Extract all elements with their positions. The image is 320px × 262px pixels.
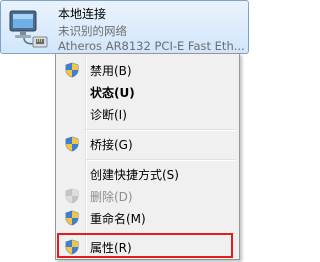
menu-item-label: 诊断(I) [90,108,127,122]
menu-item-bridge[interactable]: 桥接(G) [58,133,237,155]
uac-shield-icon [65,210,79,226]
menu-item-label: 状态(U) [90,86,135,100]
adapter-name: 本地连接 [58,7,107,21]
menu-separator [86,159,236,161]
menu-item-label: 重命名(M) [90,212,146,226]
adapter-device-name: Atheros AR8132 PCI-E Fast Eth... [58,39,245,53]
network-adapter-icon [9,10,48,48]
network-adapter-item[interactable]: 本地连接 未识别的网络 Atheros AR8132 PCI-E Fast Et… [0,0,249,54]
menu-item-label: 创建快捷方式(S) [90,168,179,182]
menu-item-delete: 删除(D) [58,185,237,207]
uac-shield-icon [65,136,79,152]
uac-shield-icon [65,62,79,78]
properties-highlight-outline [57,233,233,258]
menu-item-label: 禁用(B) [90,64,132,78]
menu-item-diagnose[interactable]: 诊断(I) [58,103,237,125]
menu-item-create-shortcut[interactable]: 创建快捷方式(S) [58,163,237,185]
context-menu: 禁用(B) 状态(U) 诊断(I) 桥接(G) 创建快捷方式(S) 删除(D) [55,53,240,260]
menu-item-status[interactable]: 状态(U) [58,81,237,103]
menu-item-disable[interactable]: 禁用(B) [58,59,237,81]
menu-separator [86,129,236,131]
menu-item-label: 桥接(G) [90,138,133,152]
menu-item-label: 删除(D) [90,190,133,204]
adapter-status: 未识别的网络 [58,24,127,38]
menu-item-rename[interactable]: 重命名(M) [58,207,237,229]
uac-shield-icon [65,188,79,204]
